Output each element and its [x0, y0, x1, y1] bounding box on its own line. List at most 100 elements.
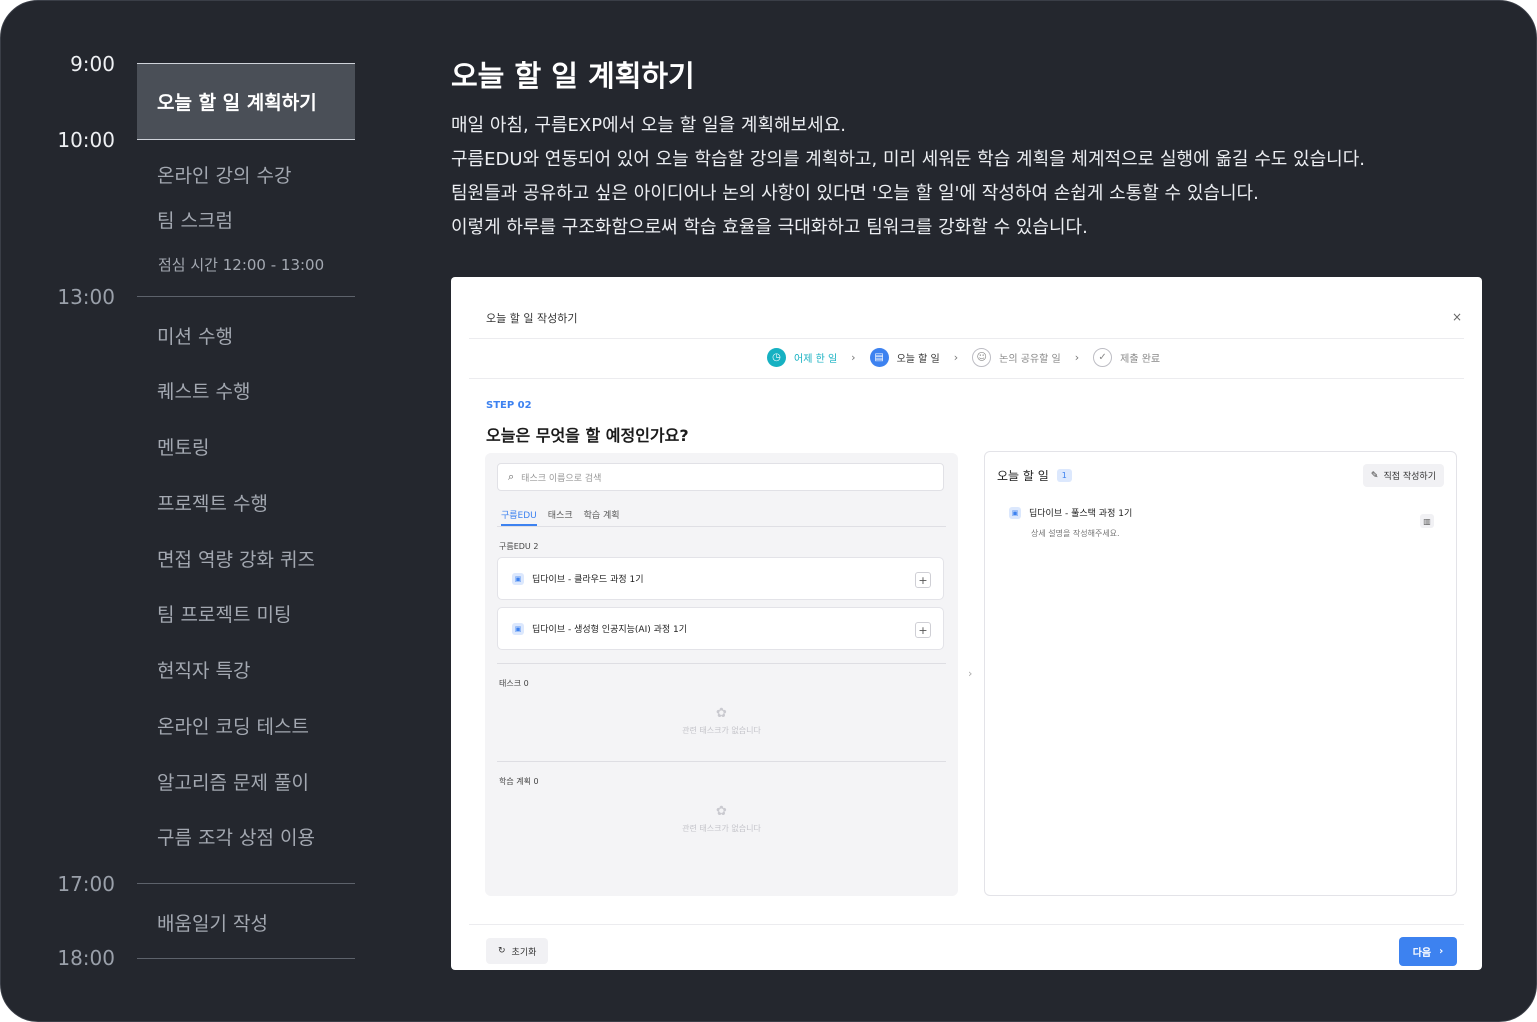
search-icon: ⌕: [508, 470, 515, 483]
chevron-right-icon: ›: [1439, 946, 1444, 957]
modal-divider-steps: [469, 378, 1464, 379]
timeline-item-mentoring[interactable]: 멘토링: [157, 433, 209, 460]
time-9: 9:00: [70, 52, 115, 76]
timeline-line-17: [137, 883, 355, 884]
empty-icon: ✿: [716, 706, 727, 721]
description-line-1: 매일 아침, 구름EXP에서 오늘 할 일을 계획해보세요.: [451, 115, 846, 136]
timeline-item-project[interactable]: 프로젝트 수행: [157, 489, 268, 516]
description-line-2: 구름EDU와 연동되어 있어 오늘 학습할 강의를 계획하고, 미리 세워둔 학…: [451, 149, 1365, 170]
tab-edu[interactable]: 구름EDU: [501, 508, 537, 526]
group-edu-label: 구름EDU 2: [499, 542, 539, 551]
timeline-line-13: [137, 296, 355, 297]
step-label-2: 오늘 할 일: [896, 354, 940, 365]
reset-label: 초기화: [511, 947, 537, 958]
empty-icon: ✿: [716, 804, 727, 819]
today-list-panel: 오늘 할 일 1 ✎ 직접 작성하기 ▣ 딥다이브 - 풀스택 과정 1기 상세…: [984, 451, 1457, 896]
chevron-right-icon: ›: [953, 351, 959, 364]
tab-plan[interactable]: 학습 계획: [584, 508, 620, 526]
time-10: 10:00: [57, 128, 115, 152]
tab-task[interactable]: 태스크: [548, 508, 573, 526]
refresh-icon: ↻: [498, 946, 506, 956]
timeline-item-scrum[interactable]: 팀 스크럼: [157, 206, 233, 233]
today-item-label: 딥다이브 - 풀스택 과정 1기: [1029, 509, 1133, 519]
group-plan-label: 학습 계획 0: [499, 777, 539, 786]
app-frame: 9:00 10:00 13:00 17:00 18:00 오늘 할 일 계획하기…: [0, 0, 1537, 1022]
direct-write-button[interactable]: ✎ 직접 작성하기: [1362, 464, 1444, 487]
timeline-item-meeting[interactable]: 팀 프로젝트 미팅: [157, 600, 291, 627]
description: 매일 아침, 구름EXP에서 오늘 할 일을 계획해보세요. 구름EDU와 연동…: [451, 109, 1365, 245]
timeline-item-active[interactable]: 오늘 할 일 계획하기: [137, 64, 355, 139]
step-yesterday[interactable]: ◷ 어제 한 일: [767, 348, 837, 367]
today-item[interactable]: ▣ 딥다이브 - 풀스택 과정 1기: [1009, 506, 1132, 519]
timeline-item-shop[interactable]: 구름 조각 상점 이용: [157, 823, 315, 850]
add-icon[interactable]: +: [915, 622, 931, 638]
edit-icon: ✎: [1370, 470, 1379, 481]
step-label-3: 논의 공유할 일: [999, 354, 1061, 365]
timeline-item-coding-test[interactable]: 온라인 코딩 테스트: [157, 712, 309, 739]
stepper: ◷ 어제 한 일 › ▤ 오늘 할 일 › ☺ 논의 공유할 일 › ✓ 제출 …: [767, 348, 1160, 367]
chevron-right-icon: ›: [968, 667, 973, 680]
step-label-4: 제출 완료: [1120, 354, 1161, 365]
tabs-divider: [497, 526, 946, 527]
group-divider: [497, 663, 946, 664]
step-number: STEP 02: [486, 400, 532, 411]
add-icon[interactable]: +: [915, 572, 931, 588]
time-18: 18:00: [57, 946, 115, 970]
search-placeholder: 태스크 이름으로 검색: [521, 473, 602, 484]
group-divider: [497, 761, 946, 762]
timeline-item-lecture[interactable]: 온라인 강의 수강: [157, 161, 291, 188]
today-title: 오늘 할 일: [997, 469, 1049, 483]
step-question: 오늘은 무엇을 할 예정인가요?: [486, 426, 689, 445]
search-input[interactable]: ⌕ 태스크 이름으로 검색: [497, 463, 944, 491]
list-item[interactable]: ▣ 딥다이브 - 생성형 인공지능(AI) 과정 1기 +: [497, 607, 944, 650]
lunch-note: 점심 시간 12:00 - 13:00: [158, 256, 325, 274]
timeline-item-lecture-special[interactable]: 현직자 특강: [157, 656, 250, 683]
next-button[interactable]: 다음 ›: [1399, 937, 1457, 966]
description-line-4: 이렇게 하루를 구조화함으로써 학습 효율을 극대화하고 팀워크를 강화할 수 …: [451, 217, 1088, 238]
modal-divider-top: [469, 338, 1464, 339]
course-icon: ▣: [512, 622, 524, 635]
course-icon: ▣: [512, 572, 524, 585]
modal-title: 오늘 할 일 작성하기: [486, 312, 578, 325]
description-line-3: 팀원들과 공유하고 싶은 아이디어나 논의 사항이 있다면 '오늘 할 일'에 …: [451, 183, 1259, 204]
modal-divider-bottom: [469, 924, 1464, 925]
active-item-label: 오늘 할 일 계획하기: [157, 92, 317, 114]
chevron-right-icon: ›: [1074, 351, 1080, 364]
timeline-item-mission[interactable]: 미션 수행: [157, 322, 233, 349]
timeline-item-diary[interactable]: 배움일기 작성: [157, 909, 268, 936]
people-icon: ☺: [972, 348, 992, 367]
close-icon[interactable]: ×: [1452, 310, 1462, 324]
list-item[interactable]: ▣ 딥다이브 - 클라우드 과정 1기 +: [497, 557, 944, 600]
time-17: 17:00: [57, 872, 115, 896]
timeline-line-18: [137, 958, 355, 959]
step-submit[interactable]: ✓ 제출 완료: [1093, 348, 1160, 367]
empty-plan: ✿ 관련 태스크가 없습니다: [485, 804, 958, 834]
timeline-item-algorithm[interactable]: 알고리즘 문제 풀이: [157, 768, 309, 795]
today-item-description[interactable]: 상세 설명을 작성해주세요.: [1031, 528, 1120, 539]
step-discussion[interactable]: ☺ 논의 공유할 일: [972, 348, 1061, 367]
today-header: 오늘 할 일 1: [997, 467, 1072, 484]
edu-item-label-2: 딥다이브 - 생성형 인공지능(AI) 과정 1기: [532, 625, 688, 635]
edu-item-label-1: 딥다이브 - 클라우드 과정 1기: [532, 575, 644, 585]
course-icon: ▣: [1009, 506, 1021, 519]
reset-button[interactable]: ↻ 초기화: [486, 938, 549, 964]
trash-icon[interactable]: ▥: [1420, 514, 1434, 528]
count-badge: 1: [1056, 469, 1072, 482]
time-13: 13:00: [57, 285, 115, 309]
page-title: 오늘 할 일 계획하기: [451, 59, 695, 93]
timeline-item-quest[interactable]: 퀘스트 수행: [157, 377, 250, 404]
empty-task-text: 관련 태스크가 없습니다: [682, 726, 761, 735]
chevron-right-icon: ›: [851, 351, 856, 364]
clock-icon: ◷: [767, 348, 786, 367]
step-today[interactable]: ▤ 오늘 할 일: [869, 348, 940, 367]
group-task-label: 태스크 0: [499, 679, 529, 688]
direct-write-label: 직접 작성하기: [1383, 472, 1436, 482]
todo-modal: 오늘 할 일 작성하기 × ◷ 어제 한 일 › ▤ 오늘 할 일 › ☺ 논의…: [451, 277, 1482, 970]
check-icon: ✓: [1093, 348, 1113, 367]
timeline-item-quiz[interactable]: 면접 역량 강화 퀴즈: [157, 545, 315, 572]
task-source-panel: ⌕ 태스크 이름으로 검색 구름EDU 태스크 학습 계획 구름EDU 2 ▣ …: [485, 453, 958, 896]
step-label-1: 어제 한 일: [794, 354, 838, 365]
source-tabs: 구름EDU 태스크 학습 계획: [501, 508, 620, 526]
empty-task: ✿ 관련 태스크가 없습니다: [485, 706, 958, 736]
empty-plan-text: 관련 태스크가 없습니다: [682, 824, 761, 833]
